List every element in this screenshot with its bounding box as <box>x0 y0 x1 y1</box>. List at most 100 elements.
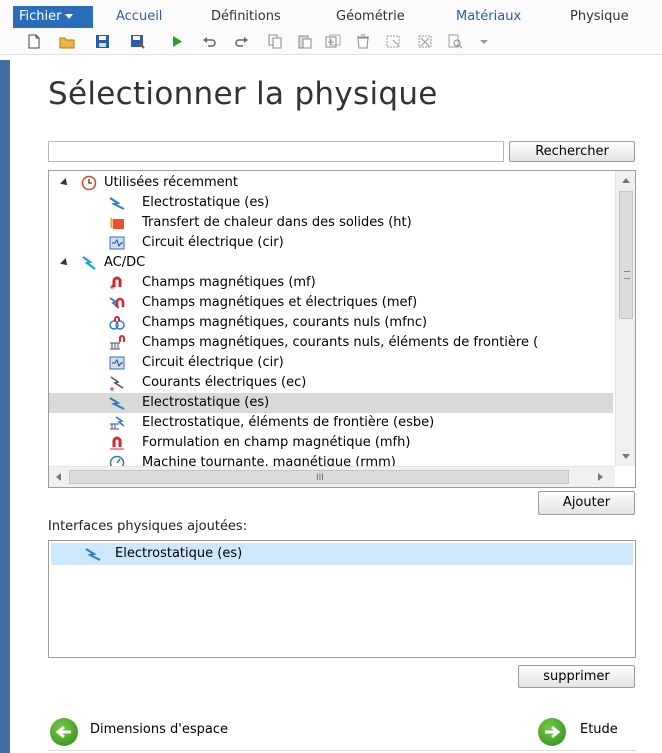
quick-access-toolbar <box>0 28 662 55</box>
tree-item-label: Electrostatique, éléments de frontière (… <box>142 415 435 430</box>
scroll-left-arrow-icon[interactable] <box>56 473 61 481</box>
scroll-right-arrow-icon[interactable] <box>598 473 603 481</box>
back-nav-label[interactable]: Dimensions d'espace <box>90 722 228 737</box>
next-arrow-icon[interactable] <box>538 718 566 746</box>
file-menu-label: Fichier <box>19 9 62 24</box>
physics-tree-rows: Utilisées récemment Electrostatique (es)… <box>49 171 613 466</box>
tree-item-selected[interactable]: Electrostatique (es) <box>49 393 613 413</box>
tree-item-label: Courants électriques (ec) <box>142 375 307 390</box>
open-folder-icon[interactable] <box>59 34 75 49</box>
electrical-circuit-icon <box>109 235 125 251</box>
tree-item[interactable]: Champs magnétiques, courants nuls, éléme… <box>49 333 613 353</box>
tab-materiaux[interactable]: Matériaux <box>456 9 521 24</box>
tree-horizontal-scrollbar[interactable]: III <box>49 466 615 487</box>
physics-tree: Utilisées récemment Electrostatique (es)… <box>48 170 636 488</box>
remove-physics-button[interactable]: supprimer <box>518 665 635 688</box>
tab-definitions[interactable]: Définitions <box>211 9 281 24</box>
tree-item-label: Electrostatique (es) <box>142 395 270 410</box>
magnetic-field-formulation-icon <box>109 435 125 451</box>
tree-item-label: Champs magnétiques et électriques (mef) <box>142 295 418 310</box>
tree-item[interactable]: Champs magnétiques, courants nuls (mfnc) <box>49 313 613 333</box>
electric-currents-icon <box>109 375 125 391</box>
horizontal-scroll-thumb[interactable]: III <box>69 470 569 484</box>
tab-accueil[interactable]: Accueil <box>116 9 162 24</box>
tree-item[interactable]: Formulation en champ magnétique (mfh) <box>49 433 613 453</box>
tree-group-acdc[interactable]: AC/DC <box>49 253 613 273</box>
left-accent-bar <box>0 60 10 753</box>
magnetic-fields-icon <box>109 275 125 291</box>
search-input[interactable] <box>48 141 504 162</box>
tree-item[interactable]: Champs magnétiques (mf) <box>49 273 613 293</box>
chevron-down-icon <box>64 14 73 19</box>
electrostatics-icon <box>85 546 101 562</box>
scroll-down-arrow-icon[interactable] <box>622 454 630 459</box>
tree-item[interactable]: Transfert de chaleur dans des solides (h… <box>49 213 613 233</box>
tree-item-label: Circuit électrique (cir) <box>142 355 284 370</box>
new-file-icon[interactable] <box>26 34 42 49</box>
duplicate-icon[interactable] <box>325 34 341 49</box>
electrostatics-icon <box>109 195 125 211</box>
add-physics-button[interactable]: Ajouter <box>538 491 635 515</box>
deselect-icon[interactable] <box>418 34 434 49</box>
search-button[interactable]: Rechercher <box>509 141 635 162</box>
tree-item-label: Champs magnétiques (mf) <box>142 275 316 290</box>
tree-item[interactable]: Circuit électrique (cir) <box>49 233 613 253</box>
tree-item[interactable]: Circuit électrique (cir) <box>49 353 613 373</box>
added-interfaces-list: Electrostatique (es) <box>48 540 636 658</box>
select-icon[interactable] <box>386 34 402 49</box>
tree-item-label: Champs magnétiques, courants nuls (mfnc) <box>142 315 428 330</box>
electrostatics-boundary-icon <box>109 415 125 431</box>
ribbon-tabs: Fichier Accueil Définitions Géométrie Ma… <box>0 0 662 28</box>
list-item-label: Electrostatique (es) <box>115 546 243 561</box>
collapse-arrow-icon[interactable] <box>60 258 70 268</box>
rotating-machinery-icon <box>109 455 125 466</box>
paste-icon[interactable] <box>297 34 313 49</box>
grip-icon: III <box>316 473 324 483</box>
tree-group-label: AC/DC <box>104 255 146 270</box>
magnetic-no-currents-icon <box>109 315 125 331</box>
electrical-circuit-icon <box>109 355 125 371</box>
copy-icon[interactable] <box>267 34 283 49</box>
back-arrow-icon[interactable] <box>50 718 78 746</box>
electrostatics-icon <box>109 395 125 411</box>
tree-item[interactable]: Courants électriques (ec) <box>49 373 613 393</box>
physics-wizard-window: Fichier Accueil Définitions Géométrie Ma… <box>0 0 662 753</box>
tree-group-label: Utilisées récemment <box>104 175 238 190</box>
save-icon[interactable] <box>95 34 111 49</box>
find-icon[interactable] <box>447 34 463 49</box>
tree-group-recent[interactable]: Utilisées récemment <box>49 173 613 193</box>
added-interfaces-label: Interfaces physiques ajoutées: <box>48 519 248 534</box>
save-as-icon[interactable] <box>130 34 146 49</box>
tree-item-label: Machine tournante, magnétique (rmm) <box>142 455 396 466</box>
tree-item-label: Electrostatique (es) <box>142 195 270 210</box>
recent-clock-icon <box>81 175 97 191</box>
vertical-scroll-thumb[interactable] <box>619 191 633 319</box>
tree-item-label: Formulation en champ magnétique (mfh) <box>142 435 411 450</box>
tab-geometrie[interactable]: Géométrie <box>336 9 405 24</box>
undo-icon[interactable] <box>202 34 218 49</box>
tree-vertical-scrollbar[interactable] <box>615 171 635 466</box>
tree-item[interactable]: Electrostatique, éléments de frontière (… <box>49 413 613 433</box>
magnetic-electric-fields-icon <box>109 295 125 311</box>
next-nav-label[interactable]: Etude <box>580 722 618 737</box>
collapse-arrow-icon[interactable] <box>60 178 70 188</box>
page-title: Sélectionner la physique <box>48 76 438 112</box>
tree-item[interactable]: Machine tournante, magnétique (rmm) <box>49 453 613 466</box>
redo-icon[interactable] <box>233 34 249 49</box>
delete-icon[interactable] <box>355 34 371 49</box>
run-icon[interactable] <box>169 34 185 49</box>
tree-item[interactable]: Electrostatique (es) <box>49 193 613 213</box>
grip-icon <box>624 271 630 279</box>
tree-item-label: Transfert de chaleur dans des solides (h… <box>142 215 412 230</box>
tree-item-label: Circuit électrique (cir) <box>142 235 284 250</box>
tab-physique[interactable]: Physique <box>570 9 629 24</box>
file-menu-button[interactable]: Fichier <box>13 6 93 28</box>
divider <box>48 750 636 751</box>
tree-item[interactable]: Champs magnétiques et électriques (mef) <box>49 293 613 313</box>
more-icon[interactable] <box>476 34 492 49</box>
acdc-lightning-icon <box>81 255 97 271</box>
magnetic-boundary-elements-icon <box>109 335 125 351</box>
list-item-selected[interactable]: Electrostatique (es) <box>51 543 633 565</box>
tree-item-label: Champs magnétiques, courants nuls, éléme… <box>142 335 539 350</box>
scroll-up-arrow-icon[interactable] <box>622 178 630 183</box>
